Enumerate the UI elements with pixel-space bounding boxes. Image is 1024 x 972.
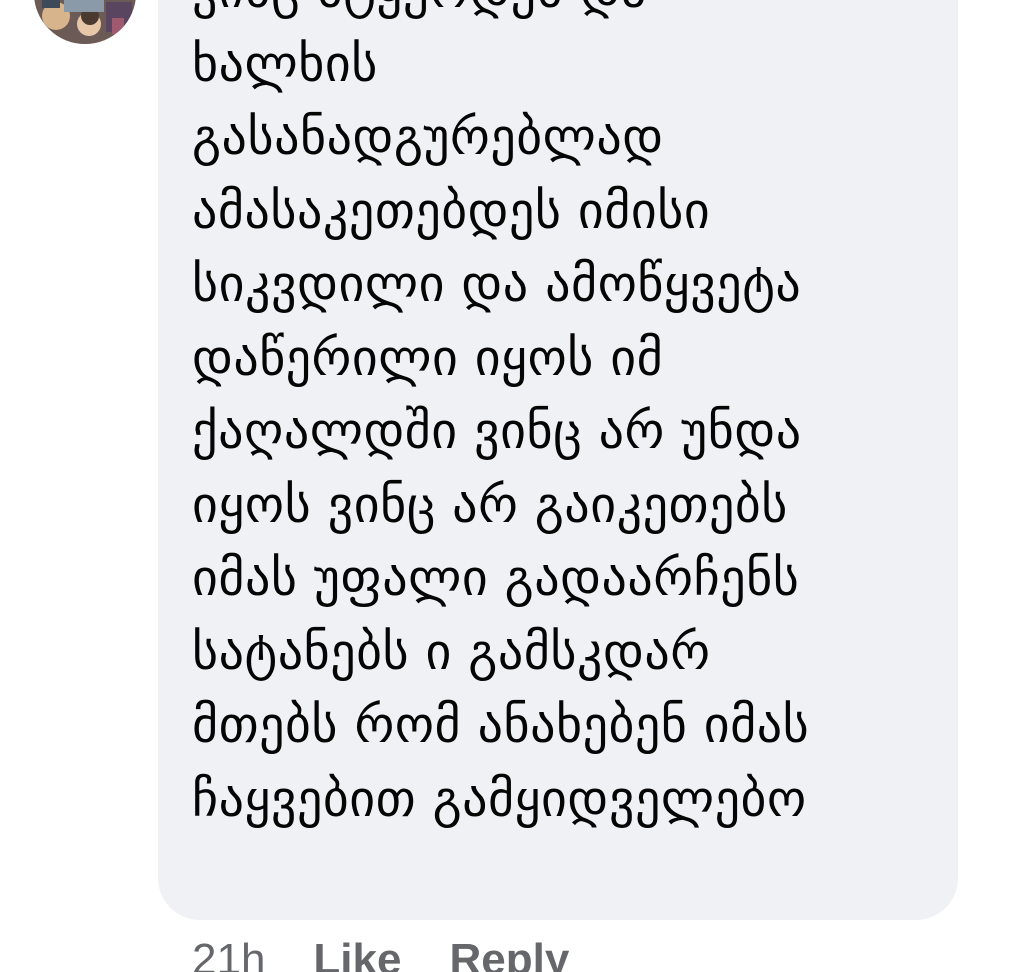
comment-line: დაწერილი იყოს იმ — [192, 328, 664, 387]
comment-line: ქაღალდში ვინც არ უნდა — [192, 402, 802, 460]
comment-line: ვინც სტყუოდეს და — [192, 0, 952, 28]
avatar[interactable] — [34, 0, 136, 44]
comment-line: ამასაკეთებდეს იმისი — [192, 181, 711, 240]
profile-photo-icon — [34, 0, 136, 44]
comment-actions: 21h Like Reply — [192, 930, 617, 972]
comment-text: ვინც სტყუოდეს და ხალხის გასანადგურებლად … — [192, 0, 952, 836]
comment-line: სატანებს ი გამსკდარ — [192, 622, 711, 681]
comment-line: გასანადგურებლად — [192, 108, 664, 166]
comment-line: ხალხის — [192, 34, 378, 93]
comment-line: იმას უფალი გადაარჩენს — [192, 549, 800, 607]
comment-line: ჩაყვებით გამყიდველებო — [192, 769, 807, 828]
comment-line: მთებს რომ ანახებენ იმას — [192, 696, 810, 754]
like-button[interactable]: Like — [313, 930, 401, 972]
comment-view: ვინც სტყუოდეს და ხალხის გასანადგურებლად … — [0, 0, 1024, 972]
comment-line: სიკვდილი და ამოწყვეტა — [192, 255, 802, 313]
comment-line: იყოს ვინც არ გაიკეთებს — [192, 475, 788, 534]
comment-timestamp[interactable]: 21h — [192, 930, 265, 972]
reply-button[interactable]: Reply — [449, 930, 569, 972]
